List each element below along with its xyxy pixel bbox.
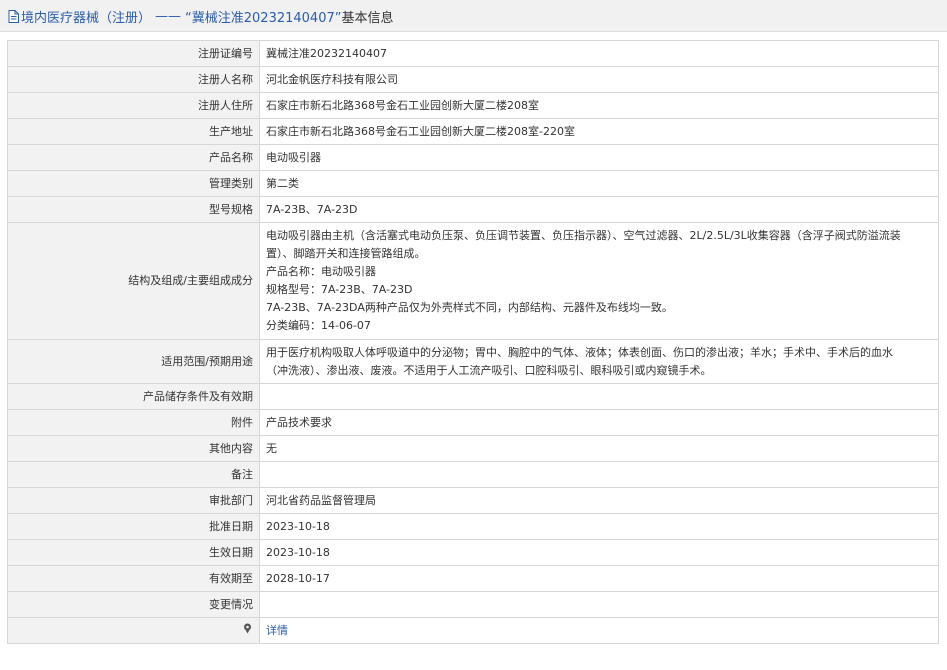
- row-label: 有效期至: [7, 565, 260, 592]
- details-link[interactable]: 详情: [266, 624, 288, 637]
- composition-line: 电动吸引器由主机（含活塞式电动负压泵、负压调节装置、负压指示器）、空气过滤器、2…: [266, 229, 901, 242]
- pin-icon: [243, 622, 252, 640]
- row-label: 批准日期: [7, 513, 260, 540]
- document-icon: [8, 9, 19, 23]
- other-value: 无: [259, 435, 939, 462]
- row-label: 适用范围/预期用途: [7, 339, 260, 384]
- table-row: 注册人名称 河北金帆医疗科技有限公司: [7, 66, 939, 93]
- header-separator: ——: [155, 8, 182, 24]
- row-label: 产品名称: [7, 144, 260, 171]
- table-row: 适用范围/预期用途 用于医疗机构吸取人体呼吸道中的分泌物；胃中、胸腔中的气体、液…: [7, 339, 939, 384]
- row-label: 型号规格: [7, 196, 260, 223]
- composition-value: 电动吸引器由主机（含活塞式电动负压泵、负压调节装置、负压指示器）、空气过滤器、2…: [259, 222, 939, 340]
- note-label-cell: [7, 617, 260, 644]
- table-row: 产品储存条件及有效期: [7, 383, 939, 410]
- registration-number-title: “冀械注准20232140407”: [185, 10, 342, 26]
- remark-value: [259, 461, 939, 488]
- scope-line: 用于医疗机构吸取人体呼吸道中的分泌物；胃中、胸腔中的气体、液体；体表创面、伤口的…: [266, 345, 893, 359]
- storage-value: [259, 383, 939, 410]
- note-value: 详情: [259, 617, 939, 644]
- detail-table-wrapper: 注册证编号 冀械注准20232140407 注册人名称 河北金帆医疗科技有限公司…: [7, 40, 939, 644]
- table-row: 详情: [7, 617, 939, 644]
- table-row: 生效日期 2023-10-18: [7, 539, 939, 566]
- table-row: 生产地址 石家庄市新石北路368号金石工业园创新大厦二楼208室-220室: [7, 118, 939, 145]
- composition-line: 产品名称：电动吸引器: [266, 265, 376, 278]
- residence-value: 石家庄市新石北路368号金石工业园创新大厦二楼208室: [259, 92, 939, 119]
- attachment-value: 产品技术要求: [259, 409, 939, 436]
- table-row: 审批部门 河北省药品监督管理局: [7, 487, 939, 514]
- row-label: 管理类别: [7, 170, 260, 197]
- production-address-value: 石家庄市新石北路368号金石工业园创新大厦二楼208室-220室: [259, 118, 939, 145]
- approval-date-value: 2023-10-18: [259, 513, 939, 540]
- composition-line: 7A-23B、7A-23DA两种产品仅为外壳样式不同，内部结构、元器件及布线均一…: [266, 301, 673, 314]
- row-label: 生效日期: [7, 539, 260, 566]
- row-label: 审批部门: [7, 487, 260, 514]
- row-label: 附件: [7, 409, 260, 436]
- row-label: 生产地址: [7, 118, 260, 145]
- page-header: 境内医疗器械（注册） —— “冀械注准20232140407” 基本信息: [0, 0, 947, 32]
- composition-line: 分类编码：14-06-07: [266, 319, 371, 332]
- registrant-value: 河北金帆医疗科技有限公司: [259, 66, 939, 93]
- table-row: 型号规格 7A-23B、7A-23D: [7, 196, 939, 223]
- table-row: 其他内容 无: [7, 435, 939, 462]
- row-label: 其他内容: [7, 435, 260, 462]
- table-row: 变更情况: [7, 591, 939, 618]
- table-row: 备注: [7, 461, 939, 488]
- table-row: 管理类别 第二类: [7, 170, 939, 197]
- table-row: 有效期至 2028-10-17: [7, 565, 939, 592]
- valid-until-value: 2028-10-17: [259, 565, 939, 592]
- registration-number-value: 冀械注准20232140407: [259, 40, 939, 67]
- row-label: 变更情况: [7, 591, 260, 618]
- table-row: 结构及组成/主要组成成分 电动吸引器由主机（含活塞式电动负压泵、负压调节装置、负…: [7, 222, 939, 340]
- scope-line: （冲洗液）、渗出液、废液。不适用于人工流产吸引、口腔科吸引、眼科吸引或内窥镜手术…: [266, 363, 712, 377]
- composition-line: 规格型号：7A-23B、7A-23D: [266, 283, 413, 296]
- product-name-value: 电动吸引器: [259, 144, 939, 171]
- scope-value: 用于医疗机构吸取人体呼吸道中的分泌物；胃中、胸腔中的气体、液体；体表创面、伤口的…: [259, 339, 939, 384]
- row-label: 注册证编号: [7, 40, 260, 67]
- table-row: 附件 产品技术要求: [7, 409, 939, 436]
- table-row: 注册证编号 冀械注准20232140407: [7, 40, 939, 67]
- model-value: 7A-23B、7A-23D: [259, 196, 939, 223]
- page-title-suffix: 基本信息: [341, 10, 394, 26]
- table-row: 产品名称 电动吸引器: [7, 144, 939, 171]
- database-name: 境内医疗器械（注册）: [21, 10, 152, 26]
- approval-department-value: 河北省药品监督管理局: [259, 487, 939, 514]
- row-label: 注册人住所: [7, 92, 260, 119]
- detail-table: 注册证编号 冀械注准20232140407 注册人名称 河北金帆医疗科技有限公司…: [7, 40, 939, 644]
- table-row: 批准日期 2023-10-18: [7, 513, 939, 540]
- effective-date-value: 2023-10-18: [259, 539, 939, 566]
- changes-value: [259, 591, 939, 618]
- row-label: 备注: [7, 461, 260, 488]
- row-label: 结构及组成/主要组成成分: [7, 222, 260, 340]
- table-row: 注册人住所 石家庄市新石北路368号金石工业园创新大厦二楼208室: [7, 92, 939, 119]
- category-value: 第二类: [259, 170, 939, 197]
- row-label: 产品储存条件及有效期: [7, 383, 260, 410]
- row-label: 注册人名称: [7, 66, 260, 93]
- composition-line: 置）、脚踏开关和连接管路组成。: [266, 247, 426, 260]
